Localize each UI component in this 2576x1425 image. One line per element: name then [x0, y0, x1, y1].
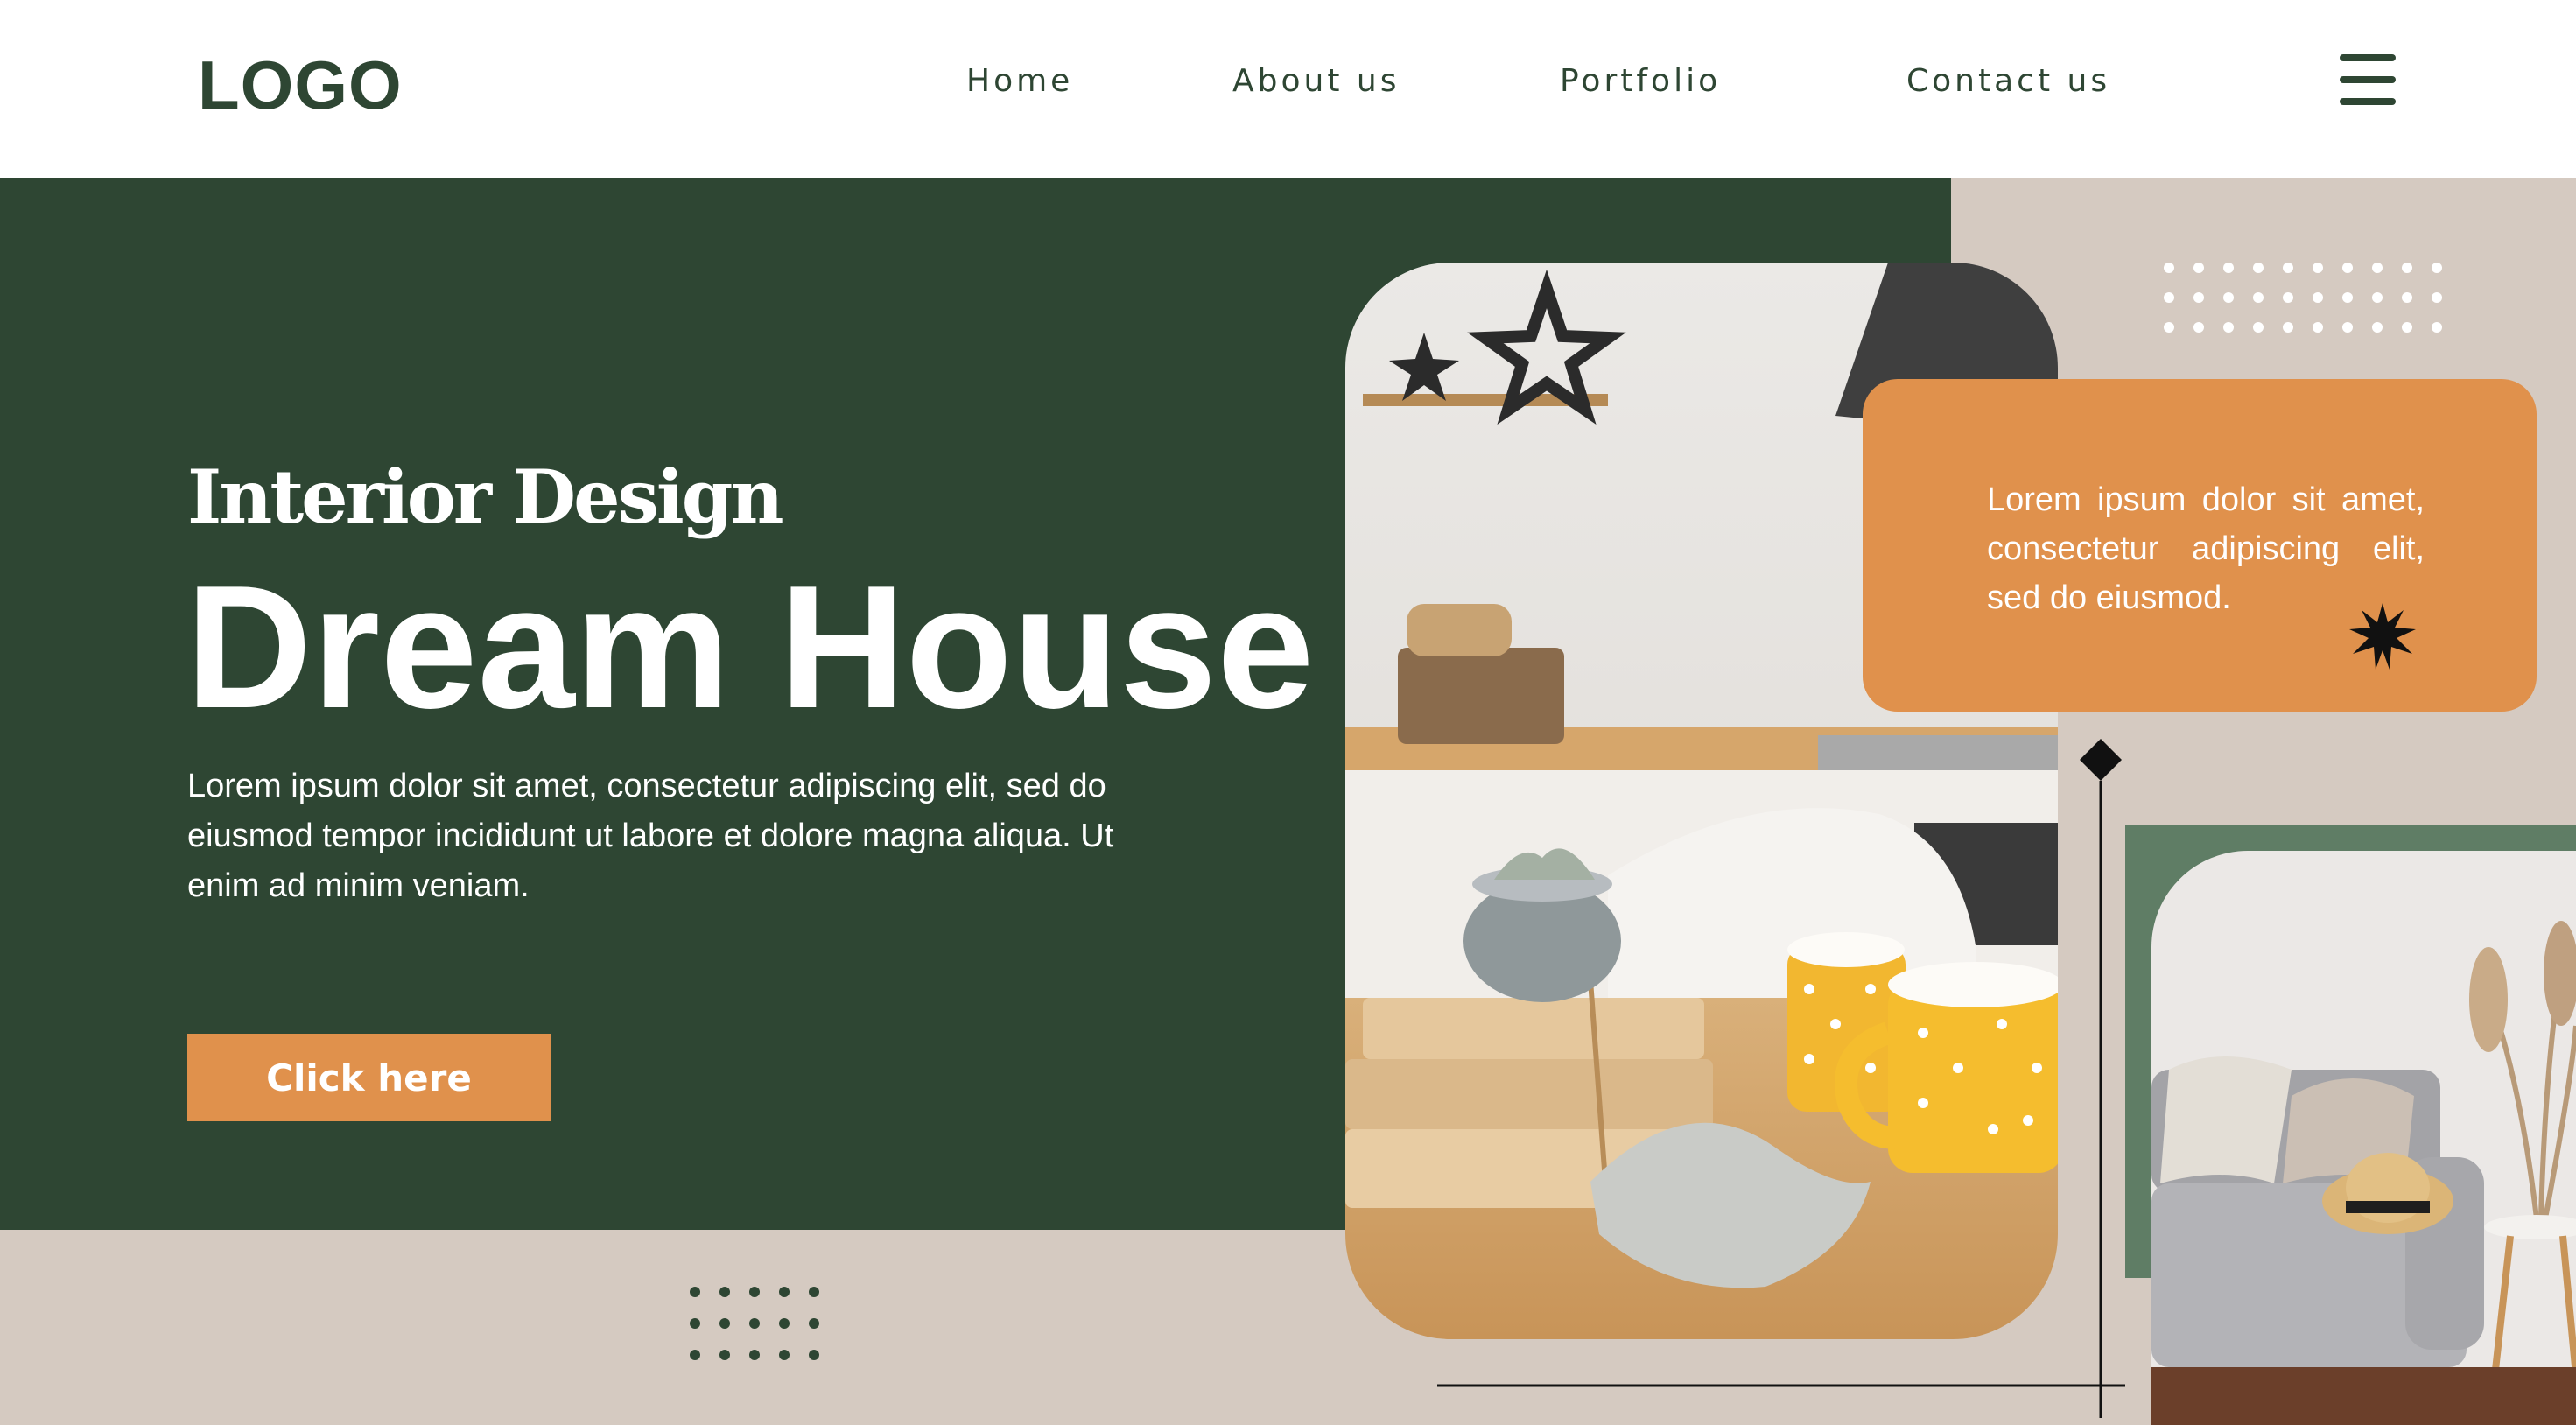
- info-card-text: Lorem ipsum dolor sit amet, consectetur …: [1987, 481, 2425, 616]
- site-header: LOGO Home About us Portfolio Contact us: [0, 0, 2576, 178]
- star-burst-icon: [2349, 603, 2416, 670]
- click-here-button[interactable]: Click here: [187, 1034, 551, 1121]
- hero-description: Lorem ipsum dolor sit amet, consectetur …: [187, 768, 1114, 904]
- nav-home[interactable]: Home: [966, 63, 1073, 99]
- hamburger-menu-icon[interactable]: [2340, 54, 2396, 105]
- diamond-line-decoration: [2080, 739, 2122, 1418]
- nav-contact-us[interactable]: Contact us: [1906, 63, 2110, 99]
- nav-about-us[interactable]: About us: [1232, 63, 1400, 99]
- sofa-photo: [2151, 851, 2576, 1425]
- hero-title: Dream House: [186, 550, 1315, 745]
- dot-grid-decoration-top: [2164, 263, 2442, 333]
- dot-grid-decoration: [690, 1287, 819, 1360]
- nav-portfolio[interactable]: Portfolio: [1560, 63, 1721, 99]
- info-card: Lorem ipsum dolor sit amet, consectetur …: [1863, 379, 2537, 712]
- horizontal-line-decoration: [1437, 1384, 2125, 1387]
- logo[interactable]: LOGO: [198, 46, 403, 125]
- diamond-icon: [2080, 739, 2122, 781]
- hero-subtitle: Interior Design: [187, 453, 784, 540]
